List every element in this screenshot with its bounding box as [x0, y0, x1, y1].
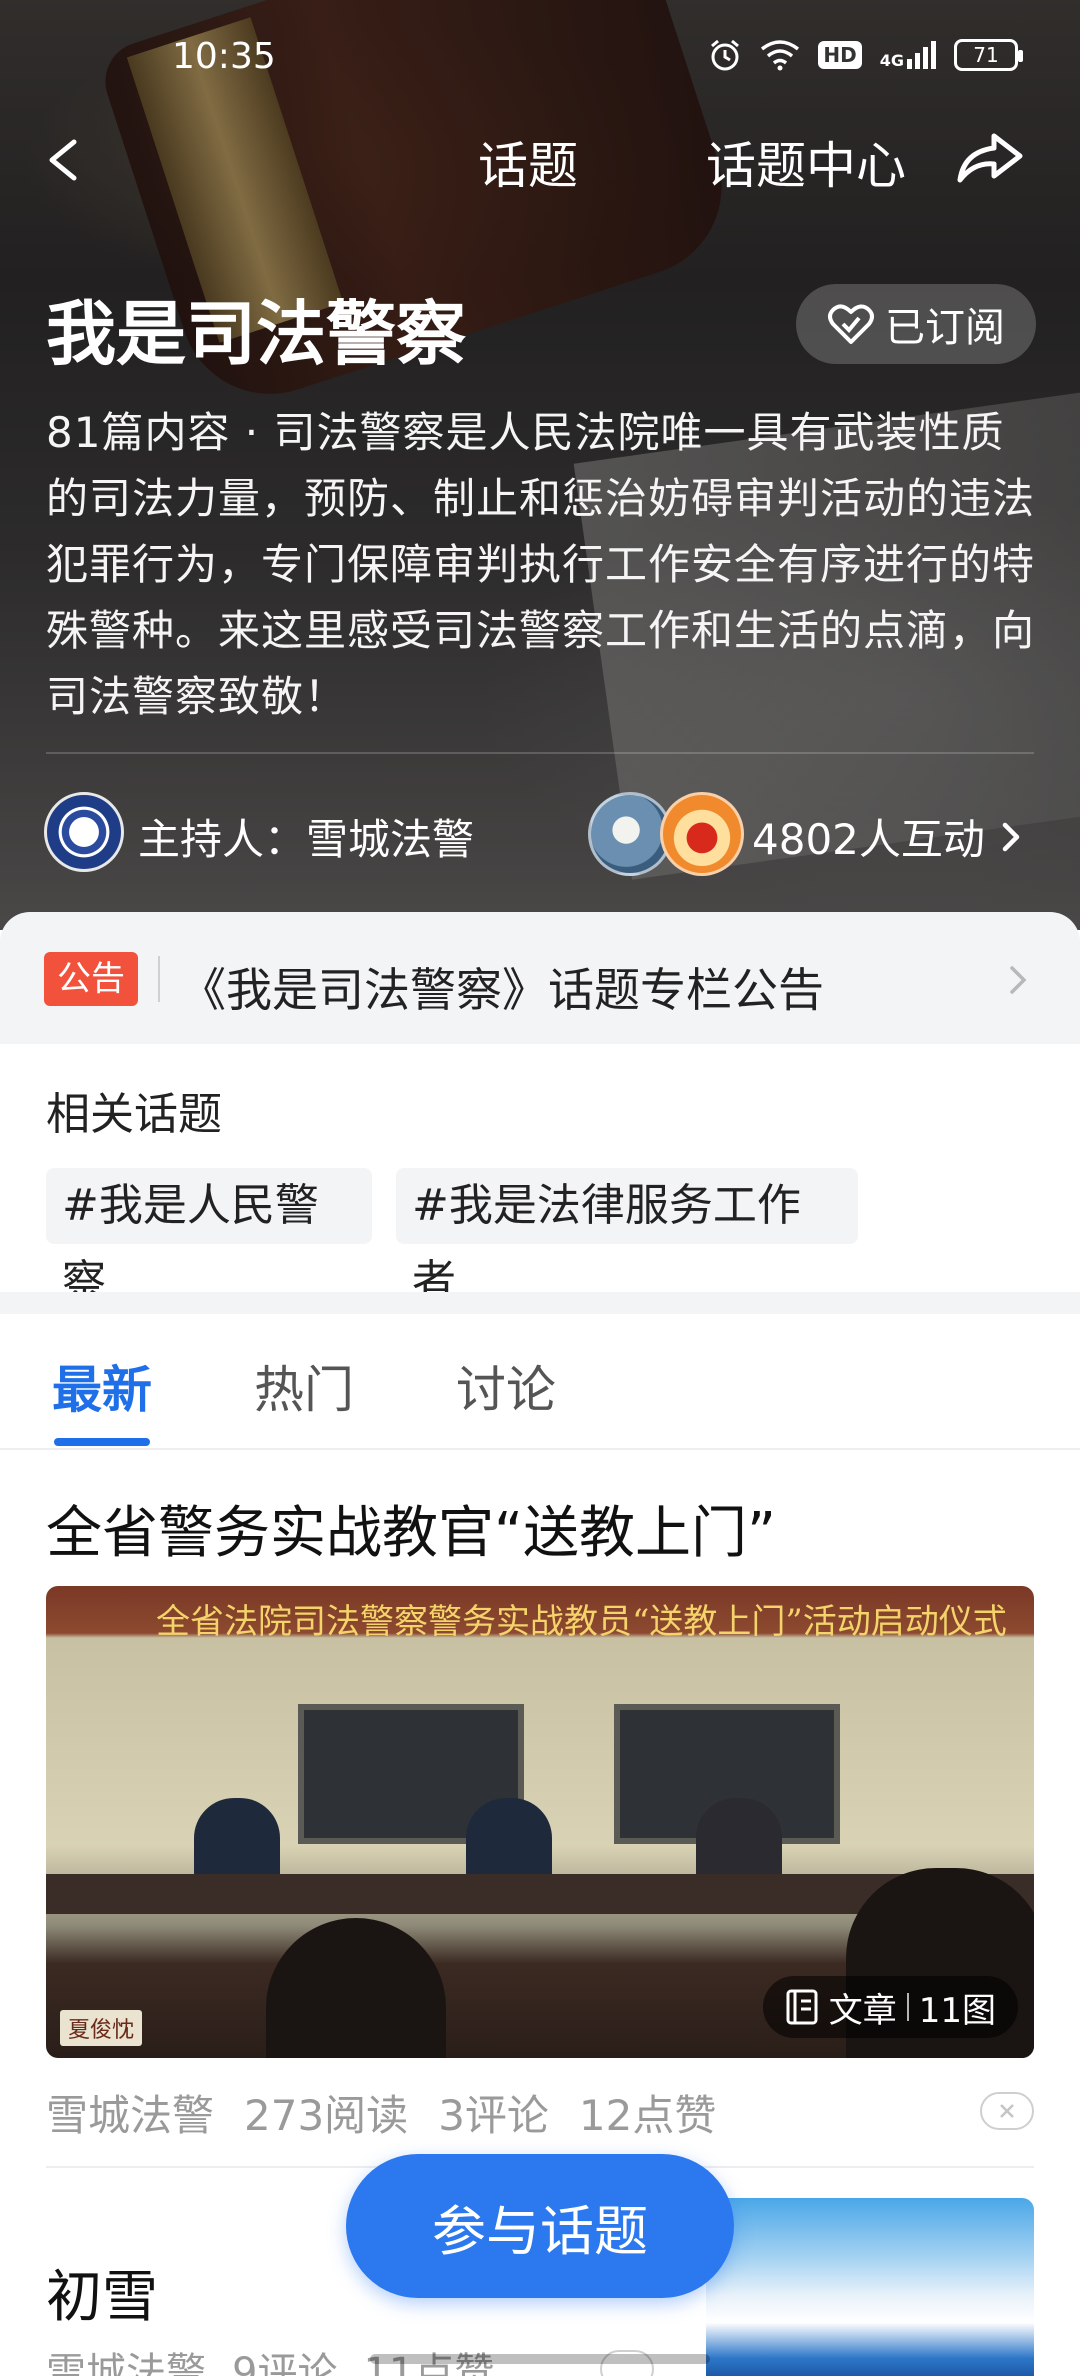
article-title[interactable]: 全省警务实战教官“送教上门” — [46, 1488, 776, 1569]
close-icon — [1000, 2104, 1014, 2118]
back-button[interactable] — [34, 120, 94, 200]
home-indicator — [370, 2354, 710, 2364]
topic-header-banner: 10:35 HD 4G 71 话题 话题中心 我是司法警察 已订阅 81篇内容 … — [0, 0, 1080, 930]
article-meta: 雪城法警 273阅读 3评论 12点赞 — [46, 2082, 716, 2143]
dismiss-button[interactable] — [980, 2092, 1034, 2130]
topic-description: 81篇内容 · 司法警察是人民法院唯一具有武装性质的司法力量，预防、制止和惩治妨… — [46, 408, 1036, 721]
host-avatar[interactable] — [44, 792, 124, 872]
interaction-count-link[interactable]: 4802人互动 — [752, 806, 1025, 867]
article-image[interactable]: 全省法院司法警察警务实战教员“送教上门”活动启动仪式 夏俊忱 文章 11图 — [46, 1586, 1034, 2058]
related-topics-heading: 相关话题 — [46, 1089, 222, 1140]
active-tab-indicator — [54, 1438, 150, 1446]
subscribe-button[interactable]: 已订阅 — [796, 284, 1036, 364]
announcement-text: 《我是司法警察》话题专栏公告 — [180, 963, 824, 1017]
read-count: 273阅读 — [244, 2091, 409, 2140]
article-title[interactable]: 初雪 — [46, 2252, 158, 2333]
article-author[interactable]: 雪城法警 — [46, 2340, 206, 2376]
announcement-badge: 公告 — [44, 952, 138, 1006]
announcement-bar[interactable]: 公告 《我是司法警察》话题专栏公告 — [0, 912, 1080, 1044]
comment-count: 9评论 — [232, 2350, 338, 2376]
status-bar: 10:35 HD 4G 71 — [0, 0, 1080, 120]
chevron-left-icon — [49, 139, 77, 181]
alarm-icon — [711, 39, 740, 71]
tab-discuss[interactable]: 讨论 — [456, 1350, 556, 1422]
share-icon — [957, 133, 1023, 183]
topic-title: 我是司法警察 — [46, 293, 466, 375]
image-banner-text: 全省法院司法警察警务实战教员“送教上门”活动启动仪式 — [156, 1602, 1007, 1642]
article-thumbnail[interactable] — [706, 2198, 1034, 2376]
page-title: 话题 — [478, 137, 578, 195]
tab-hot[interactable]: 热门 — [254, 1350, 354, 1422]
interaction-count: 4802人互动 — [752, 815, 985, 864]
document-icon — [786, 1989, 818, 2025]
subscribe-label: 已订阅 — [885, 305, 1005, 351]
badge-type: 文章 — [828, 1990, 897, 2031]
participant-avatar — [660, 792, 744, 876]
battery-icon: 71 — [954, 39, 1023, 71]
hd-icon: HD — [818, 41, 862, 69]
share-button[interactable] — [950, 118, 1030, 198]
article-type-badge: 文章 11图 — [762, 1976, 1018, 2038]
image-nametag: 夏俊忱 — [60, 2010, 143, 2046]
chevron-right-icon — [1002, 822, 1020, 851]
like-count: 12点赞 — [578, 2091, 717, 2140]
signal-icon: 4G — [880, 41, 936, 69]
related-topic-tag[interactable]: #我是人民警察 — [46, 1168, 372, 1307]
tab-latest[interactable]: 最新 — [52, 1350, 152, 1422]
related-topic-tag[interactable]: #我是法律服务工作者 — [396, 1168, 858, 1307]
status-time: 10:35 — [172, 36, 276, 77]
article-author[interactable]: 雪城法警 — [46, 2082, 214, 2143]
comment-count: 3评论 — [438, 2091, 549, 2140]
topic-center-link[interactable]: 话题中心 — [706, 126, 906, 198]
badge-count: 11图 — [918, 1990, 996, 2031]
host-name[interactable]: 主持人：雪城法警 — [138, 806, 474, 867]
chevron-right-icon — [1010, 966, 1027, 994]
heart-check-icon — [828, 304, 874, 344]
join-topic-button[interactable]: 参与话题 — [346, 2154, 734, 2298]
wifi-icon — [761, 40, 800, 71]
